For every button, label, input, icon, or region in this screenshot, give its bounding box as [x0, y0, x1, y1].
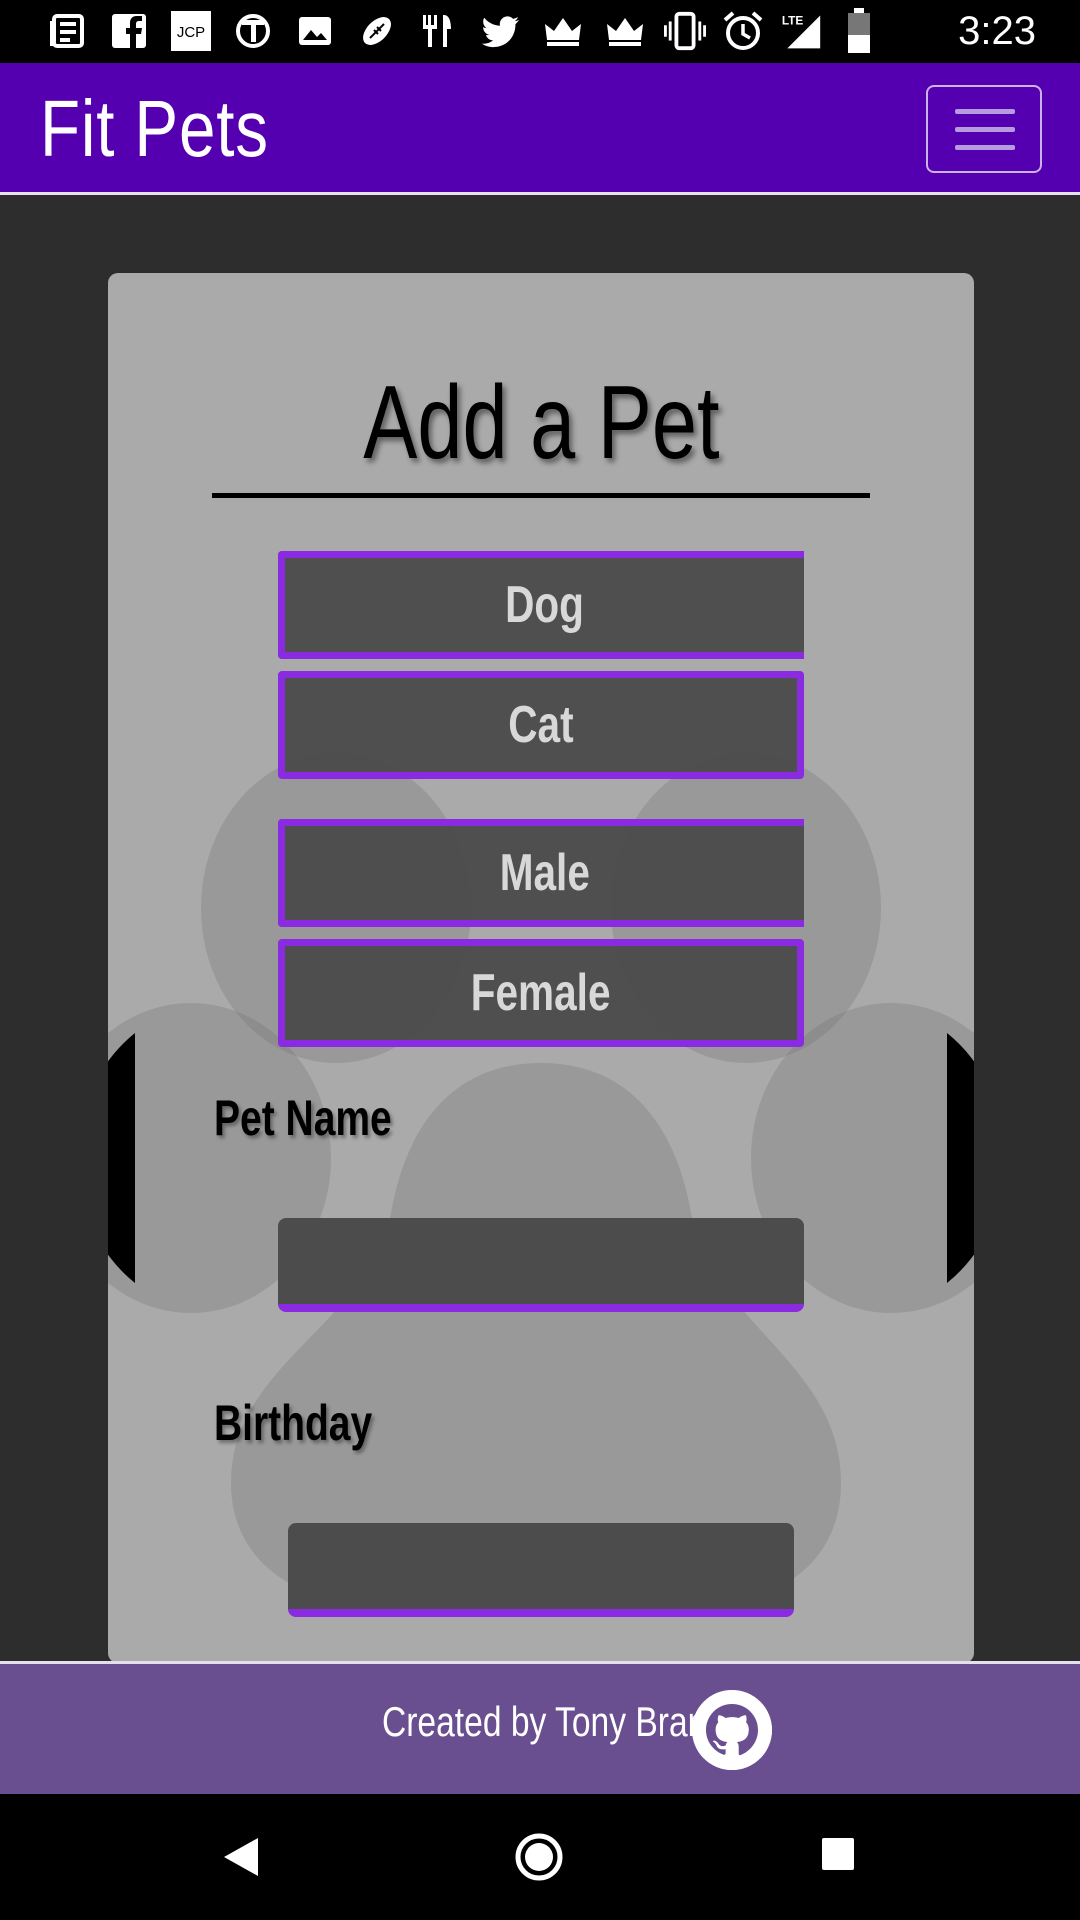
nyt-icon	[232, 10, 274, 52]
birthday-input[interactable]	[288, 1523, 794, 1617]
twitter-icon	[480, 10, 522, 52]
recents-icon[interactable]	[820, 1836, 856, 1872]
add-pet-card: Add a Pet Dog Cat Male Female Pet Name B…	[108, 273, 974, 1663]
crown-icon	[542, 10, 584, 52]
footer: Created by Tony Brancato	[0, 1661, 1080, 1794]
status-bar: JCP LTE 3:23	[0, 0, 1080, 63]
brand-title[interactable]: Fit Pets	[40, 83, 269, 175]
notification-icons: JCP	[46, 10, 646, 52]
svg-text:JCP: JCP	[177, 24, 205, 41]
footer-credit: Created by Tony Brancato	[382, 1698, 770, 1745]
system-status-icons: LTE	[664, 8, 880, 53]
gender-male-button[interactable]: Male	[278, 819, 804, 927]
species-cat-button[interactable]: Cat	[278, 671, 804, 779]
species-cat-label: Cat	[508, 696, 574, 754]
image-icon	[294, 10, 336, 52]
github-icon[interactable]	[692, 1690, 772, 1770]
home-icon[interactable]	[514, 1832, 564, 1882]
gender-female-label: Female	[471, 964, 611, 1022]
restaurant-icon	[418, 10, 460, 52]
hamburger-bar	[955, 127, 1015, 132]
app-bar: Fit Pets	[0, 63, 1080, 195]
battery-icon	[838, 8, 880, 53]
species-dog-label: Dog	[505, 576, 584, 634]
lte-signal-icon: LTE	[780, 10, 822, 52]
gender-male-label: Male	[499, 844, 590, 902]
menu-toggle-button[interactable]	[926, 85, 1042, 173]
gender-female-button[interactable]: Female	[278, 939, 804, 1047]
football-icon	[356, 10, 398, 52]
vibrate-icon	[664, 10, 706, 52]
news-icon	[46, 10, 88, 52]
title-divider	[212, 493, 870, 498]
hamburger-bar	[955, 145, 1015, 150]
species-dog-button[interactable]: Dog	[278, 551, 804, 659]
crown-icon	[604, 10, 646, 52]
back-icon[interactable]	[218, 1834, 262, 1880]
hamburger-icon	[955, 109, 1015, 114]
jcp-icon: JCP	[170, 10, 212, 52]
svg-text:LTE: LTE	[782, 14, 804, 28]
system-nav-bar	[0, 1794, 1080, 1920]
status-time: 3:23	[958, 9, 1036, 53]
pet-name-input[interactable]	[278, 1218, 804, 1312]
page-title: Add a Pet	[362, 365, 720, 481]
alarm-icon	[722, 10, 764, 52]
birthday-label: Birthday	[214, 1395, 373, 1451]
pet-name-label: Pet Name	[214, 1090, 392, 1146]
facebook-icon	[108, 10, 150, 52]
